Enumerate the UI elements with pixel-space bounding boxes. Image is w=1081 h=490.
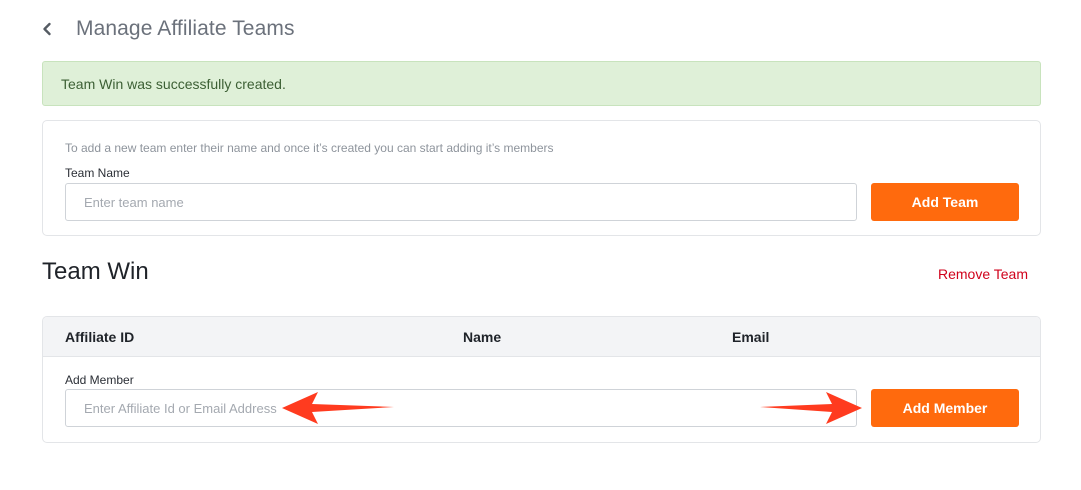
create-team-helper-text: To add a new team enter their name and o… [65, 141, 554, 155]
page-title: Manage Affiliate Teams [76, 17, 295, 40]
column-header-name: Name [463, 329, 502, 345]
back-button[interactable] [40, 14, 54, 44]
team-name-label: Team Name [65, 166, 130, 180]
add-member-button[interactable]: Add Member [871, 389, 1019, 427]
add-team-button[interactable]: Add Team [871, 183, 1019, 221]
add-member-label: Add Member [65, 373, 134, 387]
team-members-card: Affiliate ID Name Email Add Member Add M… [42, 316, 1041, 443]
add-member-input[interactable] [65, 389, 857, 427]
page: Manage Affiliate Teams Team Win was succ… [0, 0, 1081, 490]
team-name-input[interactable] [65, 183, 857, 221]
page-header: Manage Affiliate Teams [40, 14, 295, 44]
column-header-email: Email [732, 329, 770, 345]
chevron-left-icon [43, 22, 51, 36]
members-table-header: Affiliate ID Name Email [43, 317, 1040, 357]
success-alert-message: Team Win was successfully created. [61, 75, 286, 92]
remove-team-link[interactable]: Remove Team [938, 266, 1028, 282]
success-alert: Team Win was successfully created. [42, 61, 1041, 106]
column-header-affiliate-id: Affiliate ID [65, 329, 135, 345]
team-title: Team Win [42, 258, 149, 285]
create-team-card: To add a new team enter their name and o… [42, 120, 1041, 236]
